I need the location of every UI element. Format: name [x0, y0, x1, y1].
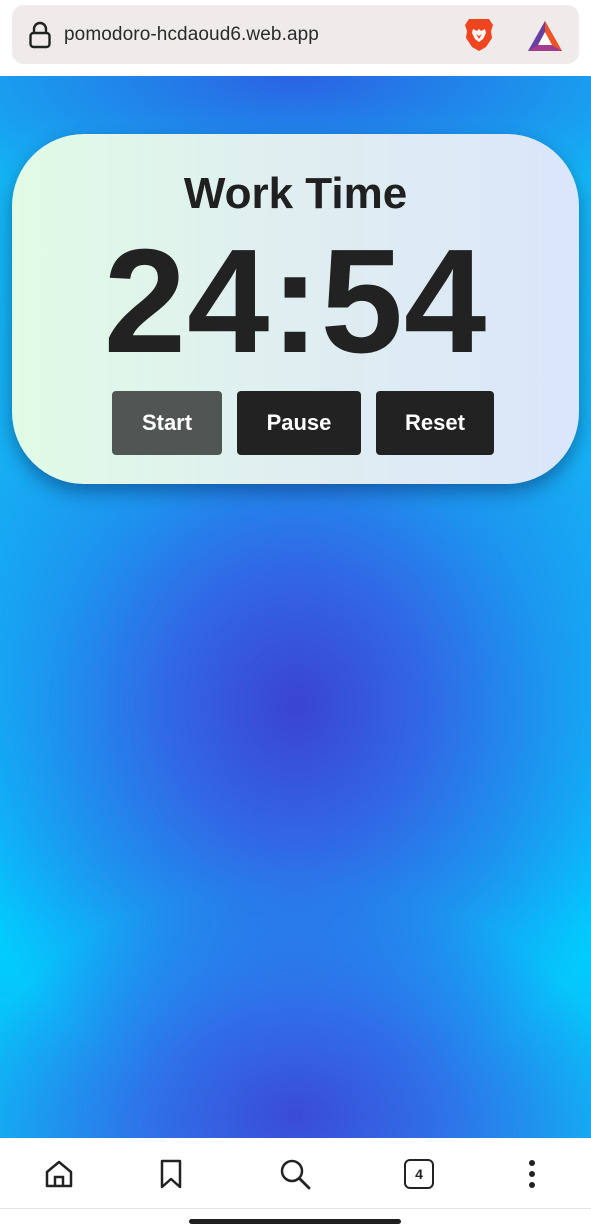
- brave-icon[interactable]: [461, 16, 497, 54]
- nav-divider: [0, 1208, 591, 1209]
- browser-toolbar: pomodoro-hcdaoud6.web.app: [0, 0, 591, 76]
- page-viewport: Work Time 24:54 Start Pause Reset: [0, 76, 591, 1138]
- gesture-handle[interactable]: [189, 1219, 401, 1224]
- bat-rewards-icon[interactable]: [527, 19, 563, 53]
- lock-icon[interactable]: [29, 21, 51, 49]
- tabs-icon[interactable]: 4: [404, 1159, 434, 1189]
- url-text[interactable]: pomodoro-hcdaoud6.web.app: [64, 24, 319, 46]
- pause-button[interactable]: Pause: [237, 391, 361, 455]
- bookmark-icon[interactable]: [155, 1158, 187, 1190]
- home-icon[interactable]: [43, 1158, 75, 1190]
- tab-count: 4: [415, 1166, 423, 1182]
- address-bar[interactable]: pomodoro-hcdaoud6.web.app: [12, 5, 579, 64]
- timer-card: Work Time 24:54 Start Pause Reset: [12, 134, 579, 484]
- timer-display: 24:54: [103, 219, 488, 384]
- reset-button[interactable]: Reset: [376, 391, 494, 455]
- browser-bottom-nav: 4: [0, 1138, 591, 1231]
- mode-title: Work Time: [183, 169, 408, 218]
- search-icon[interactable]: [279, 1158, 311, 1190]
- start-button[interactable]: Start: [112, 391, 222, 455]
- more-menu-icon[interactable]: [516, 1158, 548, 1190]
